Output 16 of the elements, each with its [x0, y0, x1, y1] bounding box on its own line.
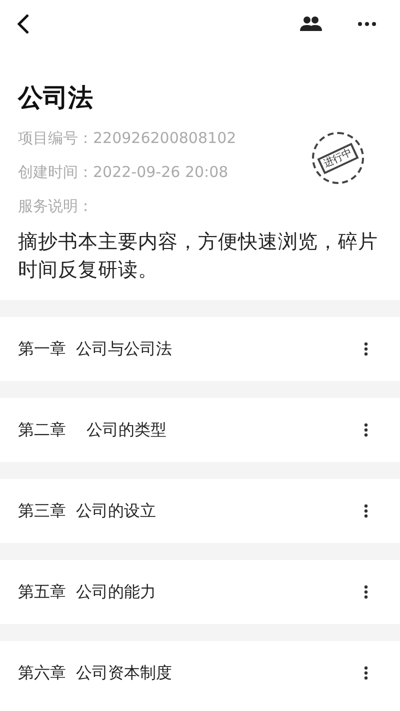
- field-label: 项目编号：: [18, 128, 93, 148]
- more-vertical-icon[interactable]: [364, 504, 368, 518]
- status-stamp: 进行中: [312, 132, 364, 184]
- page-title: 公司法: [18, 82, 94, 114]
- field-value: 2022-09-26 20:08: [93, 162, 228, 182]
- more-icon[interactable]: [358, 22, 376, 26]
- more-vertical-icon[interactable]: [364, 423, 368, 437]
- more-vertical-icon[interactable]: [364, 585, 368, 599]
- field-label: 创建时间：: [18, 162, 93, 182]
- people-icon[interactable]: [300, 16, 322, 32]
- back-icon[interactable]: [16, 13, 30, 35]
- more-vertical-icon[interactable]: [364, 666, 368, 680]
- field-value: 220926200808102: [93, 128, 236, 148]
- more-vertical-icon[interactable]: [364, 342, 368, 356]
- description-text: 摘抄书本主要内容，方便快速浏览，碎片时间反复研读。: [18, 229, 379, 283]
- field-label: 服务说明：: [18, 196, 93, 216]
